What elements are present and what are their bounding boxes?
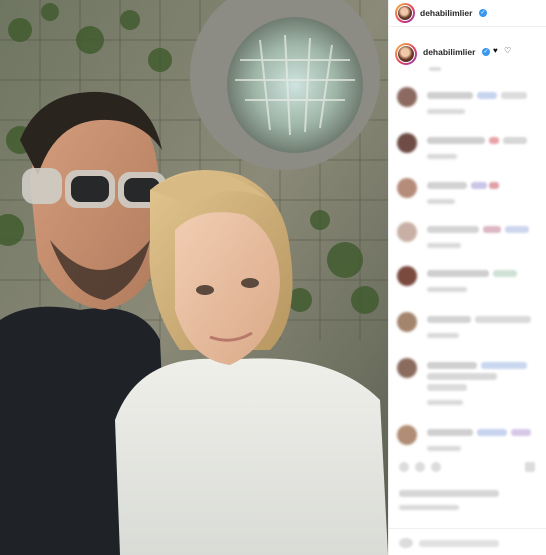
couple-selfie-image <box>0 0 388 555</box>
post-sidebar: dehabilimlier ✓ dehabilimlier ✓ ♥ ♡ <box>388 0 546 555</box>
comment-text-blurred <box>427 362 477 369</box>
comment-text-blurred <box>493 270 517 277</box>
author-avatar[interactable] <box>395 3 415 23</box>
likes-count-blurred <box>399 490 499 497</box>
comment-text-blurred <box>503 137 527 144</box>
caption-timestamp-blurred <box>429 67 441 71</box>
comment-divider <box>389 528 546 529</box>
caption-username[interactable]: dehabilimlier <box>423 47 475 57</box>
comment-text-blurred <box>427 182 467 189</box>
avatar-photo <box>398 6 412 20</box>
comment-text-blurred <box>477 92 497 99</box>
comment-text-blurred <box>427 226 479 233</box>
comment-text-blurred <box>475 316 531 323</box>
comment-avatar-blurred <box>397 87 417 107</box>
like-icon-blurred[interactable] <box>399 462 409 472</box>
post-photo[interactable] <box>0 0 388 555</box>
comment-meta-blurred <box>427 446 461 451</box>
comment-text-blurred <box>427 373 497 380</box>
comment-text-blurred <box>427 92 473 99</box>
post-header: dehabilimlier ✓ <box>389 0 546 27</box>
verified-badge-icon: ✓ <box>479 9 487 17</box>
comment-text-blurred <box>489 137 499 144</box>
caption-avatar-photo <box>398 46 414 62</box>
comment-avatar-blurred <box>397 133 417 153</box>
comment-meta-blurred <box>427 109 465 114</box>
comment-text-blurred <box>427 316 471 323</box>
comment-icon-blurred[interactable] <box>415 462 425 472</box>
comment-meta-blurred <box>427 199 455 204</box>
comment-avatar-blurred <box>397 358 417 378</box>
caption-avatar[interactable] <box>395 43 417 65</box>
comment-text-blurred <box>427 429 473 436</box>
comment-text-blurred <box>501 92 527 99</box>
comment-text-blurred <box>481 362 527 369</box>
comment-avatar-blurred <box>397 425 417 445</box>
comment-text-blurred <box>427 270 489 277</box>
emoji-icon-blurred[interactable] <box>399 538 413 548</box>
comment-meta-blurred <box>427 333 459 338</box>
comment-text-blurred <box>471 182 487 189</box>
comment-avatar-blurred <box>397 312 417 332</box>
comment-text-blurred <box>505 226 529 233</box>
add-comment-input-blurred[interactable] <box>419 540 499 547</box>
comment-text-blurred <box>483 226 501 233</box>
instagram-post-screenshot: dehabilimlier ✓ dehabilimlier ✓ ♥ ♡ <box>0 0 546 555</box>
caption-verified-badge-icon: ✓ <box>482 48 490 56</box>
save-icon-blurred[interactable] <box>525 462 535 472</box>
comment-text-blurred <box>489 182 499 189</box>
comment-text-blurred <box>511 429 531 436</box>
post-date-blurred <box>399 505 459 510</box>
white-heart-icon: ♡ <box>504 46 512 55</box>
comment-meta-blurred <box>427 400 463 405</box>
comment-meta-blurred <box>427 154 457 159</box>
comment-meta-blurred <box>427 287 467 292</box>
comment-text-blurred <box>427 384 467 391</box>
comment-text-blurred <box>477 429 507 436</box>
comment-avatar-blurred <box>397 266 417 286</box>
comment-avatar-blurred <box>397 222 417 242</box>
author-username[interactable]: dehabilimlier <box>420 8 472 18</box>
share-icon-blurred[interactable] <box>431 462 441 472</box>
comment-avatar-blurred <box>397 178 417 198</box>
black-heart-icon: ♥ <box>493 46 498 55</box>
comment-text-blurred <box>427 137 485 144</box>
comment-meta-blurred <box>427 243 461 248</box>
